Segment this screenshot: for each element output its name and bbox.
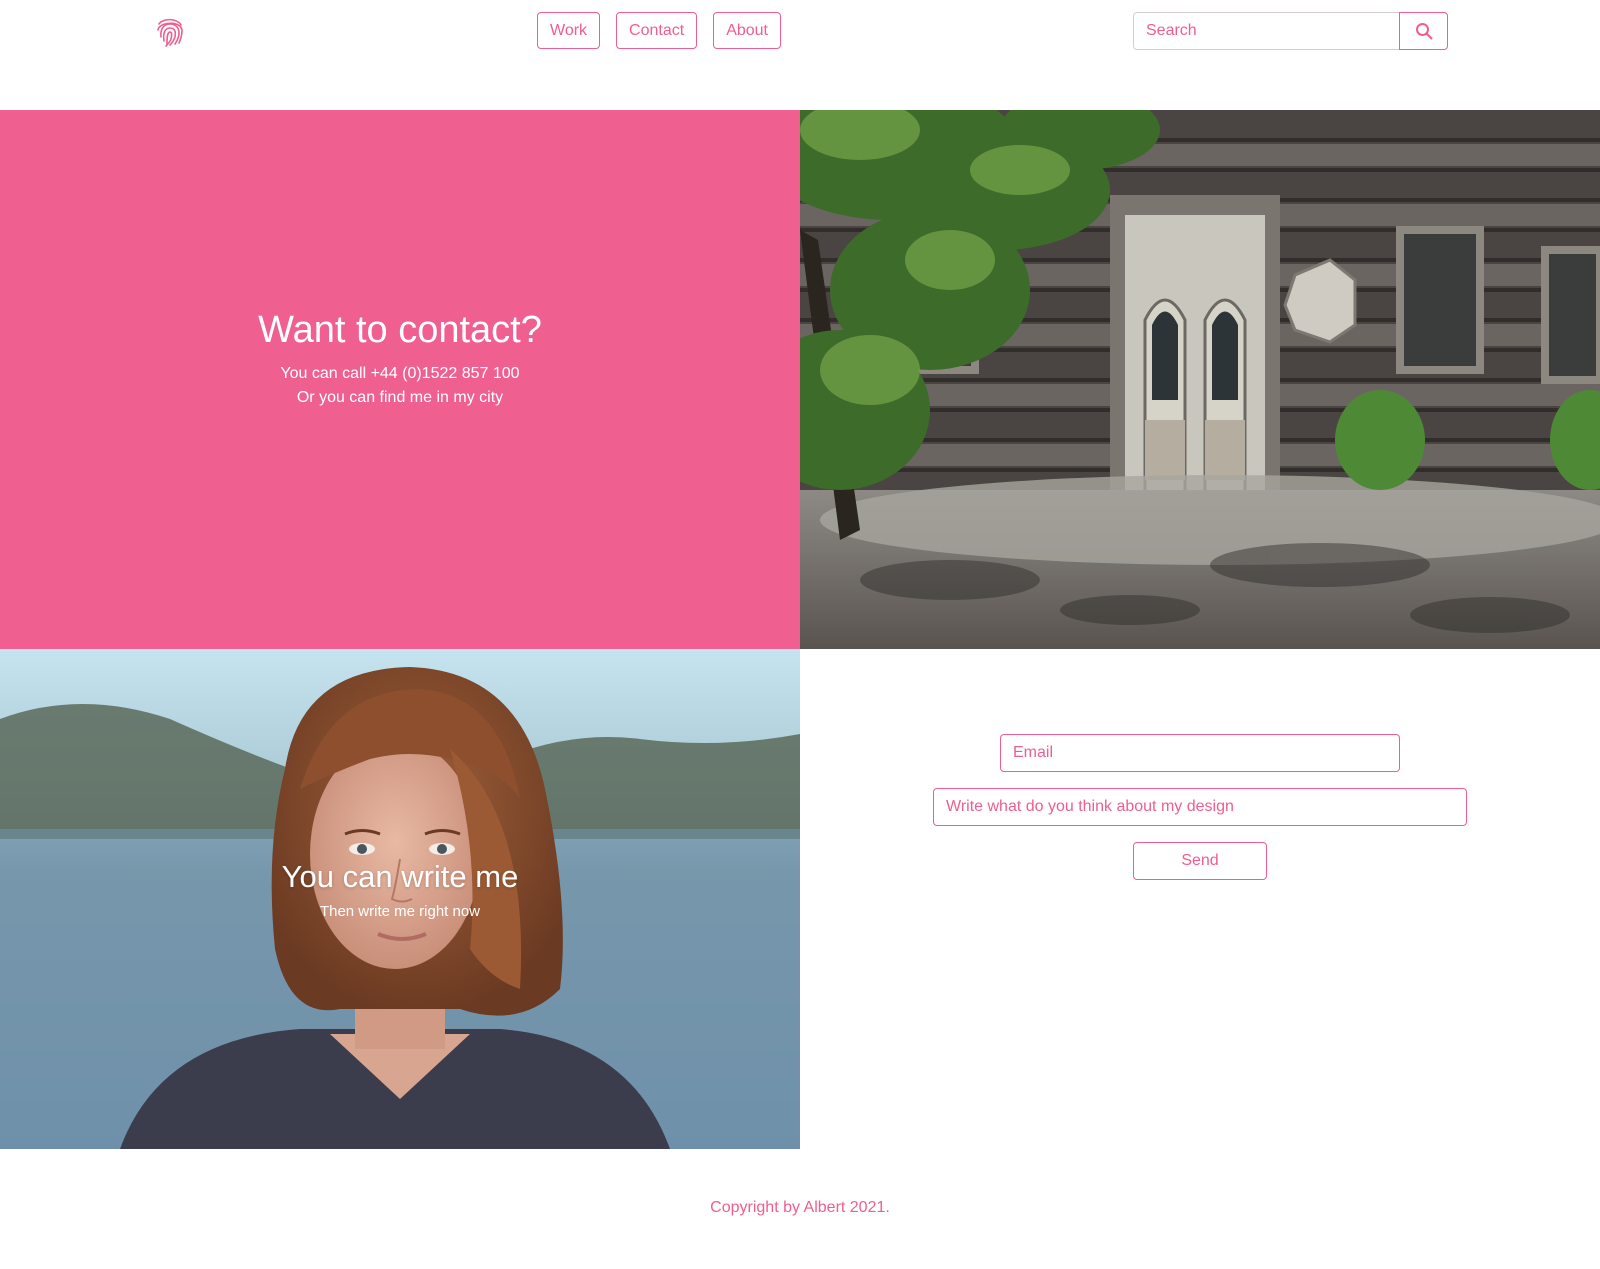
main-nav: Work Contact About <box>537 12 781 49</box>
search-button[interactable] <box>1399 12 1448 50</box>
message-field[interactable] <box>933 788 1467 826</box>
email-field[interactable] <box>1000 734 1400 772</box>
contact-city: Or you can find me in my city <box>296 389 504 406</box>
contact-panel: Want to contact? You can call +44 (0)152… <box>0 110 800 649</box>
fingerprint-icon[interactable] <box>155 15 185 47</box>
search-bar <box>1133 12 1448 50</box>
search-icon <box>1415 23 1432 40</box>
nav-work-button[interactable]: Work <box>537 12 601 49</box>
contact-phone: You can call +44 (0)1522 857 100 <box>280 365 520 382</box>
site-header: Work Contact About <box>0 0 1600 110</box>
nav-contact-button[interactable]: Contact <box>616 12 698 49</box>
portrait-panel: You can write me Then write me right now <box>0 649 800 1149</box>
write-subtitle: Then write me right now <box>319 903 481 920</box>
contact-title: Want to contact? <box>258 309 542 351</box>
write-title: You can write me <box>281 859 519 894</box>
write-me-text: You can write me Then write me right now <box>0 859 800 920</box>
send-button[interactable]: Send <box>1133 842 1267 880</box>
building-photo <box>800 110 1600 649</box>
footer-copyright: Copyright by Albert 2021. <box>710 1199 890 1216</box>
nav-about-button[interactable]: About <box>713 12 781 49</box>
contact-form: Send <box>800 649 1600 1149</box>
search-input[interactable] <box>1133 12 1399 50</box>
